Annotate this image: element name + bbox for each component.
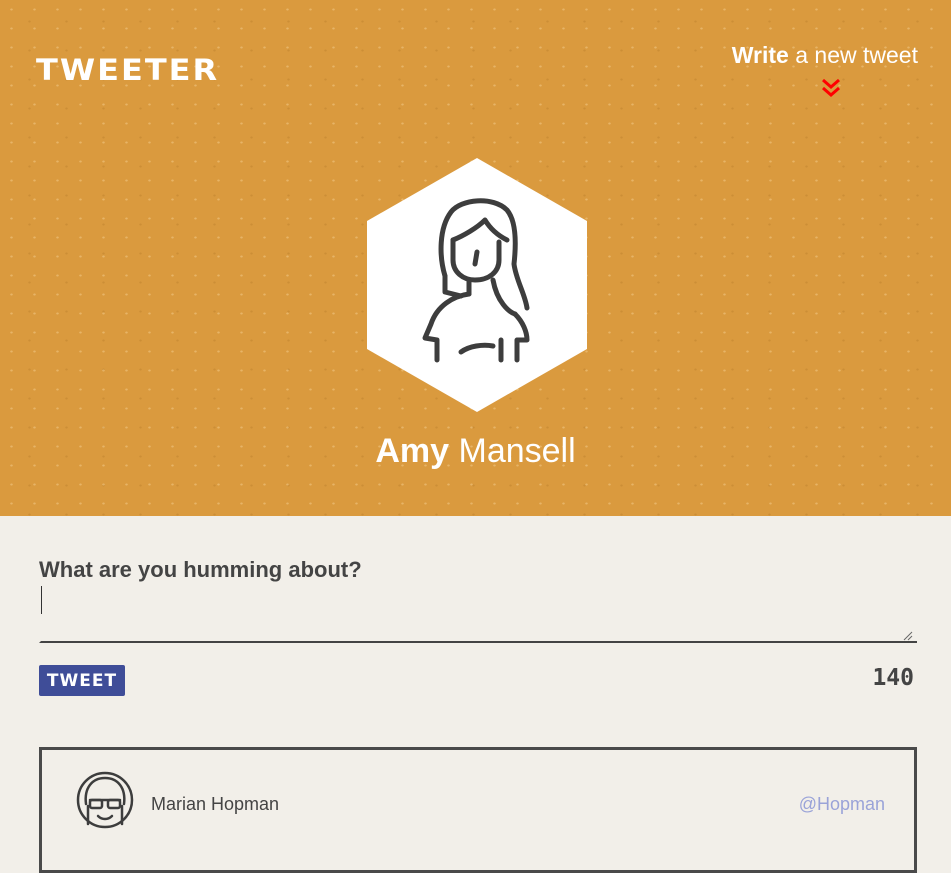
tweet-card: Marian Hopman @Hopman [39,747,917,873]
double-chevron-down-icon[interactable] [819,76,843,100]
profile-last-name: Mansell [449,432,576,470]
profile-header: TWEETER Write a new tweet Amy Mansell [0,0,951,516]
write-new-tweet-link[interactable]: Write a new tweet [732,42,918,69]
person-sunglasses-avatar-icon [76,771,134,829]
profile-avatar [365,156,589,414]
tweet-author-name[interactable]: Marian Hopman [151,794,279,815]
write-link-text: a new tweet [788,42,918,68]
write-link-bold: Write [731,42,789,68]
profile-first-name: Amy [375,432,450,470]
app-logo[interactable]: TWEETER [36,53,219,88]
composer-label: What are you humming about? [39,557,362,582]
tweet-author-handle[interactable]: @Hopman [799,794,885,815]
text-caret [41,586,42,614]
tweet-button[interactable]: TWEET [39,665,125,696]
resize-handle-icon[interactable] [903,631,913,641]
character-counter: 140 [872,665,914,691]
tweet-textarea[interactable] [39,583,917,643]
profile-name: Amy Mansell [0,432,951,471]
